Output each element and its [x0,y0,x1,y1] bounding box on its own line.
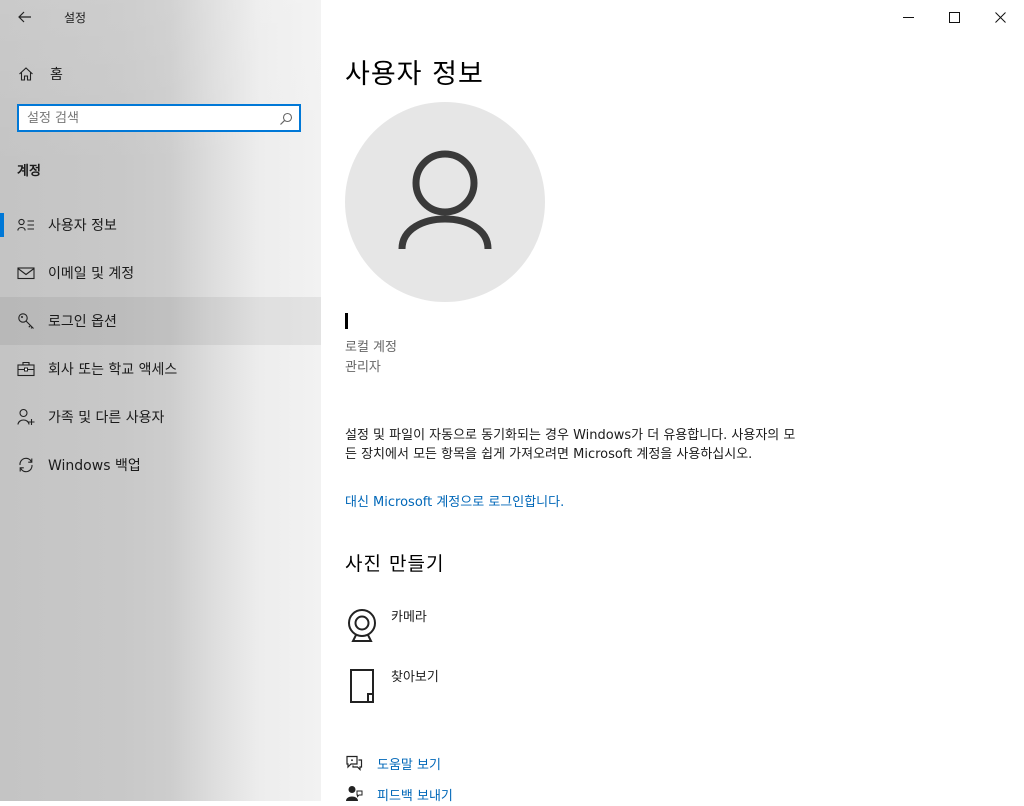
sidebar-item-label: 회사 또는 학교 액세스 [48,362,178,378]
mail-icon [16,266,36,280]
title-bar: 설정 [0,0,321,34]
selection-indicator [0,213,4,237]
send-feedback-link[interactable]: 피드백 보내기 [345,782,453,806]
user-info-icon [16,218,36,232]
sidebar-item-user-info[interactable]: 사용자 정보 [0,201,321,249]
sidebar-item-sign-in-options[interactable]: 로그인 옵션 [0,297,321,345]
default-user-icon [398,150,492,250]
sidebar-item-email-accounts[interactable]: 이메일 및 계정 [0,249,321,297]
sidebar-item-family-users[interactable]: 가족 및 다른 사용자 [0,393,321,441]
search-icon[interactable] [279,111,293,130]
camera-option[interactable]: 카메라 [345,606,645,654]
search-box[interactable] [17,104,301,132]
key-icon [16,312,36,330]
sidebar-item-windows-backup[interactable]: Windows 백업 [0,441,321,489]
sidebar-item-label: Windows 백업 [48,458,141,474]
account-role: 관리자 [345,360,381,375]
sync-description: 설정 및 파일이 자동으로 동기화되는 경우 Windows가 더 유용합니다.… [345,428,796,462]
sidebar-item-label: 이메일 및 계정 [48,266,135,282]
briefcase-icon [16,361,36,377]
app-title: 설정 [64,11,87,25]
get-help-label: 도움말 보기 [377,757,441,773]
section-label-accounts: 계정 [17,164,41,179]
microsoft-account-link[interactable]: 대신 Microsoft 계정으로 로그인합니다. [345,491,564,510]
search-input[interactable] [27,109,272,127]
nav-home[interactable]: 홈 [0,58,321,90]
sidebar-item-label: 로그인 옵션 [48,314,117,330]
page-title: 사용자 정보 [345,59,484,90]
avatar [345,102,545,302]
sidebar-item-work-school[interactable]: 회사 또는 학교 액세스 [0,345,321,393]
sidebar-item-label: 가족 및 다른 사용자 [48,410,165,426]
camera-icon [345,606,379,646]
camera-label: 카메라 [391,610,427,625]
sidebar: 설정 홈 계정 사 [0,0,321,801]
help-chat-icon [345,755,363,771]
browse-icon [345,666,379,706]
username-cursor [345,313,348,329]
feedback-icon [345,785,363,803]
account-type: 로컬 계정 [345,340,397,355]
back-button[interactable] [10,4,40,30]
browse-option[interactable]: 찾아보기 [345,666,645,714]
get-help-link[interactable]: 도움말 보기 [345,751,441,775]
create-picture-title: 사진 만들기 [345,553,445,575]
sync-icon [16,456,36,474]
main-content: 사용자 정보 로컬 계정 관리자 설정 및 파일이 자동으로 동기화되는 경우 … [321,0,1024,804]
home-icon [16,66,36,82]
sidebar-item-label: 사용자 정보 [48,218,117,234]
nav-list: 사용자 정보 이메일 및 계정 로그인 옵션 회사 또는 학교 액세스 가족 및… [0,201,321,489]
browse-label: 찾아보기 [391,670,439,685]
add-person-icon [16,408,36,426]
back-arrow-icon [18,11,31,23]
home-label: 홈 [50,67,63,83]
